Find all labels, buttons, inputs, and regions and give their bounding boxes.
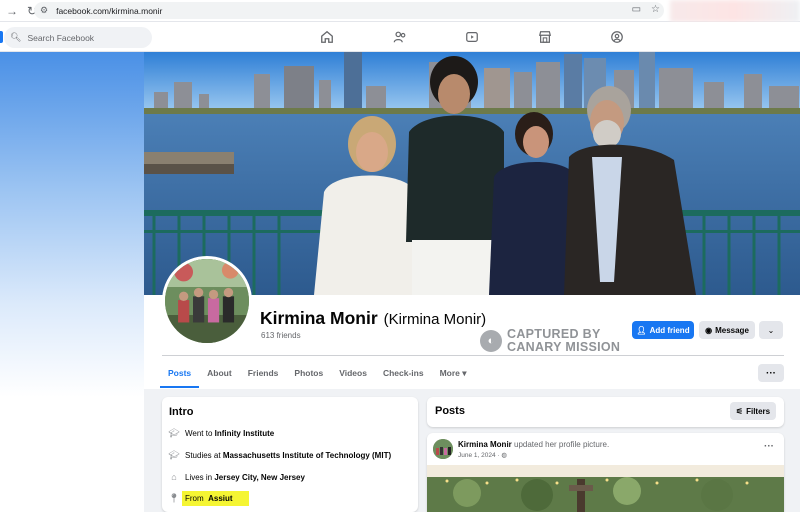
posts-title: Posts <box>435 405 465 417</box>
intro-card: Intro 🎓︎ Went to Infinity Institute 🎓︎ S… <box>162 397 418 512</box>
cover-photo[interactable] <box>144 52 800 295</box>
globe-icon: ◍ <box>501 452 508 459</box>
tabs-more-options-button[interactable]: ··· <box>758 364 784 382</box>
ellipsis-icon: ··· <box>766 367 776 379</box>
post-card: Kirmina Monir updated her profile pictur… <box>427 433 784 512</box>
friends-count[interactable]: 613 friends <box>261 331 301 340</box>
url-text: facebook.com/kirmina.monir <box>56 5 163 16</box>
blurred-extensions <box>670 0 800 22</box>
message-label: Message <box>715 325 749 335</box>
filters-label: Filters <box>746 406 771 416</box>
intro-item-from: 📍︎ From Assiut <box>168 491 249 506</box>
intro-item-prefix: From <box>185 494 206 503</box>
add-friend-button[interactable]: 👤︎ Add friend <box>632 321 694 339</box>
post-date-text: June 1, 2024 · <box>458 452 500 459</box>
bookmark-star-icon[interactable]: ☆ <box>651 4 660 15</box>
posts-header-card: Posts ⚟ Filters <box>427 397 784 427</box>
browser-toolbar: → ↻ ⚙ facebook.com/kirmina.monir ▭ ☆ <box>0 0 800 22</box>
filter-sliders-icon: ⚟ <box>735 406 744 416</box>
cast-icon[interactable]: ▭ <box>632 4 641 15</box>
profile-alternate-name: (Kirmina Monir) <box>383 311 487 328</box>
tab-about[interactable]: About <box>199 360 240 388</box>
intro-title: Intro <box>169 406 194 418</box>
messenger-icon: ◉ <box>705 325 713 335</box>
intro-item-prefix: Lives in <box>185 472 213 482</box>
filters-button[interactable]: ⚟ Filters <box>730 402 776 420</box>
post-header-text: Kirmina Monir updated her profile pictur… <box>458 440 609 449</box>
profile-name: Kirmina Monir (Kirmina Monir) <box>260 308 486 329</box>
post-action-text: updated her profile picture. <box>511 440 610 449</box>
intro-item-prefix: Studies at <box>185 450 221 460</box>
profile-tabs: Posts About Friends Photos Videos Check-… <box>160 360 475 388</box>
address-bar[interactable]: ⚙ facebook.com/kirmina.monir <box>34 2 664 19</box>
intro-item-lives-in: ⌂ Lives in Jersey City, New Jersey <box>168 471 305 483</box>
intro-item-value[interactable]: Infinity Institute <box>215 429 275 438</box>
home-nav-icon[interactable] <box>318 28 336 46</box>
add-friend-label: Add friend <box>649 325 690 335</box>
location-pin-icon: 📍︎ <box>168 493 180 503</box>
post-author-name[interactable]: Kirmina Monir <box>458 440 512 449</box>
post-author-avatar[interactable] <box>433 439 453 459</box>
intro-item-education: 🎓︎ Went to Infinity Institute <box>168 427 274 439</box>
caret-down-icon: ▾ <box>462 368 467 378</box>
post-options-button[interactable]: ··· <box>764 441 774 452</box>
friends-nav-icon[interactable] <box>391 28 409 46</box>
search-input[interactable]: 🔍︎ Search Facebook <box>4 27 152 48</box>
search-icon: 🔍︎ <box>10 32 22 42</box>
watermark-line-2: CANARY MISSION <box>507 340 621 354</box>
tab-check-ins[interactable]: Check-ins <box>375 360 432 388</box>
watch-nav-icon[interactable] <box>463 28 481 46</box>
chevron-down-icon: ⌄ <box>767 325 775 335</box>
tab-videos[interactable]: Videos <box>331 360 375 388</box>
facebook-logo-icon[interactable] <box>0 31 3 43</box>
tab-more-label: More <box>439 368 460 378</box>
profile-picture[interactable] <box>162 256 252 346</box>
intro-item-prefix: Went to <box>185 428 213 438</box>
post-date[interactable]: June 1, 2024 · ◍ <box>458 451 507 459</box>
left-gradient-panel <box>0 52 144 512</box>
intro-item-value[interactable]: Assiut <box>208 494 232 503</box>
facebook-header: 🔍︎ Search Facebook <box>0 22 800 52</box>
tab-posts[interactable]: Posts <box>160 360 200 388</box>
tab-more[interactable]: More ▾ <box>432 360 475 388</box>
intro-item-studies: 🎓︎ Studies at Massachusetts Institute of… <box>168 449 391 461</box>
intro-item-value[interactable]: Jersey City, New Jersey <box>214 473 305 482</box>
more-actions-button[interactable]: ⌄ <box>759 321 783 339</box>
site-settings-icon[interactable]: ⚙ <box>40 5 48 16</box>
groups-nav-icon[interactable] <box>608 28 626 46</box>
search-placeholder: Search Facebook <box>27 32 95 43</box>
profile-divider <box>162 355 784 356</box>
add-person-icon: 👤︎ <box>636 325 647 335</box>
intro-item-value[interactable]: Massachusetts Institute of Technology (M… <box>223 451 391 460</box>
tab-friends[interactable]: Friends <box>240 360 287 388</box>
highlighted-hometown: From Assiut <box>182 491 249 506</box>
canary-mission-logo-icon: ◐ <box>480 330 502 352</box>
marketplace-nav-icon[interactable] <box>536 28 554 46</box>
forward-icon[interactable]: → <box>4 3 20 19</box>
home-icon: ⌂ <box>171 472 177 482</box>
graduation-cap-icon: 🎓︎ <box>168 427 180 438</box>
watermark: ◐ CAPTURED BY CANARY MISSION <box>480 328 620 354</box>
graduation-cap-icon: 🎓︎ <box>168 449 180 460</box>
post-image[interactable] <box>427 465 784 512</box>
profile-name-text: Kirmina Monir <box>260 308 378 328</box>
tab-photos[interactable]: Photos <box>286 360 331 388</box>
message-button[interactable]: ◉ Message <box>699 321 755 339</box>
